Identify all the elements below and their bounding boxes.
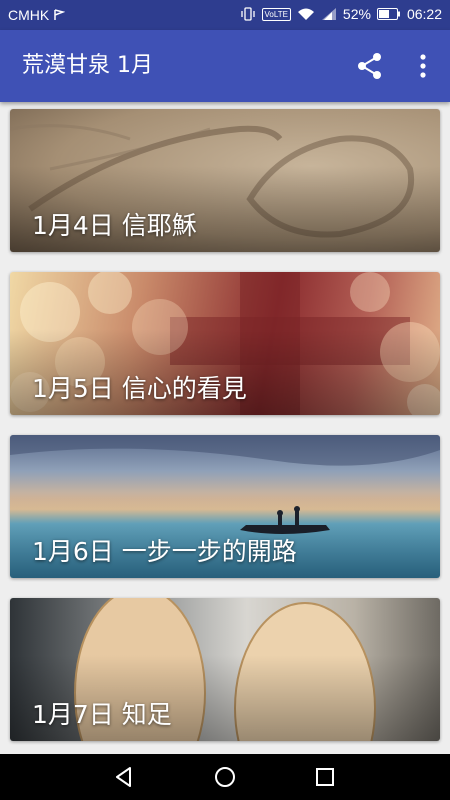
battery-percent: 52% bbox=[342, 6, 371, 22]
wifi-icon bbox=[297, 7, 315, 21]
list-item[interactable]: 1月5日 信心的看見 bbox=[10, 272, 440, 415]
card-title: 1月5日 信心的看見 bbox=[32, 374, 247, 403]
back-button[interactable] bbox=[112, 765, 136, 789]
home-circle-icon bbox=[215, 767, 235, 787]
vibrate-icon bbox=[240, 6, 256, 22]
overflow-menu-button[interactable] bbox=[411, 52, 435, 80]
share-icon bbox=[358, 53, 381, 79]
card-title: 1月6日 一步一步的開路 bbox=[32, 537, 297, 566]
card-title: 1月4日 信耶穌 bbox=[32, 211, 197, 240]
flag-icon bbox=[53, 9, 66, 21]
app-bar: 荒漠甘泉 1月 bbox=[0, 30, 450, 102]
list-item[interactable]: 1月7日 知足 bbox=[10, 598, 440, 741]
status-bar: CMHK VoLTE 52% 06:22 bbox=[0, 0, 450, 30]
home-button[interactable] bbox=[213, 765, 237, 789]
signal-icon bbox=[321, 7, 337, 21]
card-title: 1月7日 知足 bbox=[32, 700, 172, 729]
status-icons: VoLTE 52% 06:22 bbox=[240, 6, 442, 22]
carrier-name: CMHK bbox=[8, 7, 50, 23]
list-item[interactable]: 1月6日 一步一步的開路 bbox=[10, 435, 440, 578]
devotion-list[interactable]: 1月4日 信耶穌 1月5日 信心的看見 1月6日 一步一步的開路 1月7日 知足 bbox=[0, 102, 450, 754]
more-vert-icon bbox=[420, 54, 426, 78]
share-button[interactable] bbox=[356, 52, 384, 80]
volte-badge: VoLTE bbox=[261, 7, 291, 21]
page-title: 荒漠甘泉 1月 bbox=[22, 53, 153, 78]
clock: 06:22 bbox=[406, 6, 442, 22]
list-item[interactable]: 1月4日 信耶穌 bbox=[10, 109, 440, 252]
system-nav-bar bbox=[0, 754, 450, 800]
recents-button[interactable] bbox=[313, 765, 337, 789]
recents-square-icon bbox=[316, 768, 334, 786]
carrier-group: CMHK bbox=[8, 7, 66, 23]
back-triangle-icon bbox=[116, 767, 131, 787]
battery-icon bbox=[376, 8, 401, 20]
